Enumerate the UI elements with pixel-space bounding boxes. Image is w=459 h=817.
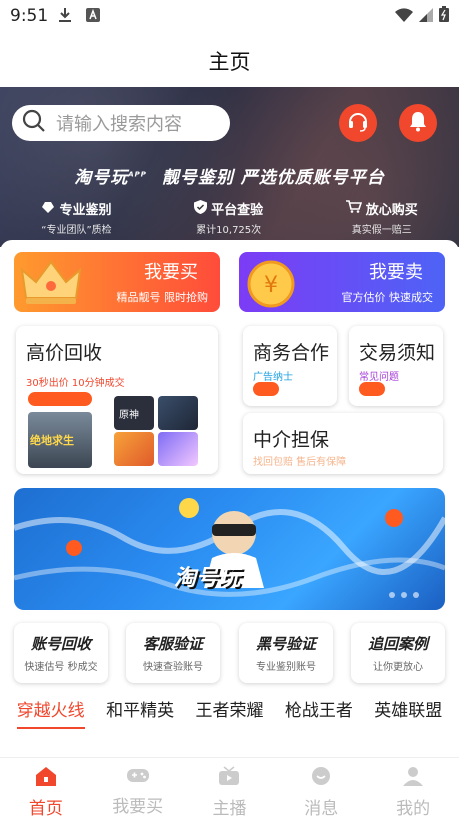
buy-title: 我要买	[144, 262, 198, 283]
notice-card[interactable]: 交易须知 常见问题	[349, 326, 443, 406]
search-input[interactable]: 请输入搜索内容	[12, 105, 230, 141]
search-icon	[22, 109, 46, 137]
business-subtitle: 广告纳士	[253, 372, 293, 383]
escrow-title: 中介担保	[253, 429, 330, 451]
notification-button[interactable]	[399, 104, 437, 142]
game-tabs: 穿越火线 和平精英 王者荣耀 枪战王者 英雄联盟	[0, 696, 459, 729]
service-recovery-cases[interactable]: 追回案例 让你更放心	[351, 623, 445, 683]
crown-icon	[20, 258, 82, 312]
pubg-thumb: 绝地求生	[28, 412, 92, 468]
sell-title: 我要卖	[369, 262, 423, 283]
bottom-nav: 首页 我要买 主播 消息 我的	[0, 757, 459, 817]
message-icon	[310, 766, 332, 790]
service-recycle[interactable]: 账号回收 快速估号 秒成交	[14, 623, 108, 683]
recycle-title: 高价回收	[26, 342, 103, 364]
pagination-dot[interactable]	[413, 592, 419, 598]
feature-item: 平台查验 累计10,725次	[194, 199, 263, 236]
gamepad-icon	[126, 766, 150, 788]
business-title: 商务合作	[253, 342, 330, 364]
bell-icon	[408, 110, 428, 136]
tab-honor-of-kings[interactable]: 王者荣耀	[195, 696, 263, 729]
page-title: 主页	[208, 50, 251, 74]
escrow-card[interactable]: 中介担保 找回包赔 售后有保障	[243, 413, 443, 474]
escrow-subtitle: 找回包赔 售后有保障	[253, 457, 347, 468]
notice-subtitle: 常见问题	[359, 372, 399, 383]
tab-gun-king[interactable]: 枪战王者	[285, 696, 353, 729]
naruto-thumb	[114, 432, 154, 466]
hero-slogan: 淘号玩APP 靓号鉴别 严选优质账号平台	[74, 168, 385, 188]
sell-button[interactable]: ¥ 我要卖 官方估价 快速成交	[239, 252, 445, 312]
pagination-dot[interactable]	[389, 592, 395, 598]
notice-title: 交易须知	[359, 342, 436, 364]
feature-item: 专业鉴别 “专业团队”质检	[41, 199, 112, 236]
cart-check-icon	[345, 200, 362, 217]
title-bar: 主页	[0, 32, 459, 87]
game-thumb	[158, 432, 198, 466]
promo-banner[interactable]: 淘号玩	[14, 488, 445, 610]
search-placeholder: 请输入搜索内容	[56, 114, 182, 135]
shield-check-icon	[194, 199, 208, 218]
banner-logo-text: 淘号玩	[174, 566, 241, 591]
game-thumb	[158, 396, 198, 430]
service-cs-verify[interactable]: 客服验证 快速查验账号	[126, 623, 220, 683]
nav-home[interactable]: 首页	[0, 758, 92, 817]
pagination-dot[interactable]	[401, 592, 407, 598]
nav-buy[interactable]: 我要买	[92, 758, 184, 817]
feature-item: 放心购买 真实假一赔三	[345, 199, 418, 236]
buy-subtitle: 精品靓号 限时抢购	[116, 291, 209, 304]
nav-messages[interactable]: 消息	[275, 758, 367, 817]
tab-cross-fire[interactable]: 穿越火线	[16, 696, 85, 729]
feature-list: 专业鉴别 “专业团队”质检 平台查验 累计10,725次 放心购买 真实假一赔三	[0, 199, 459, 236]
business-tag	[253, 382, 279, 396]
nav-streamer[interactable]: 主播	[184, 758, 276, 817]
hero-banner: 请输入搜索内容 淘号玩APP 靓号鉴别 严选优质账号平台 专业鉴别 “专业团队”…	[0, 87, 459, 247]
hero-logo: 淘号玩APP	[74, 168, 147, 188]
notice-tag	[359, 382, 385, 396]
main-content: 我要买 精品靓号 限时抢购 ¥ 我要卖 官方估价 快速成交 高价回收 30秒出价…	[0, 240, 459, 757]
badge-icon	[41, 201, 55, 217]
recycle-tag	[28, 392, 92, 406]
app-a-icon	[86, 7, 100, 27]
nav-profile[interactable]: 我的	[367, 758, 459, 817]
banner-pagination	[389, 592, 419, 598]
status-time: 9:51	[10, 6, 49, 26]
status-bar: 9:51	[0, 0, 459, 32]
signal-icon	[419, 7, 433, 26]
headset-icon	[347, 110, 369, 136]
user-icon	[403, 766, 424, 790]
recycle-subtitle: 30秒出价 10分钟成交	[26, 378, 125, 389]
active-tab-indicator	[16, 727, 85, 729]
tv-icon	[218, 766, 240, 790]
download-icon	[58, 7, 72, 27]
svg-text:¥: ¥	[264, 273, 278, 298]
tab-league-of-legends[interactable]: 英雄联盟	[374, 696, 442, 729]
customer-service-button[interactable]	[339, 104, 377, 142]
tab-peace-elite[interactable]: 和平精英	[106, 696, 174, 729]
home-icon	[35, 766, 57, 790]
battery-icon	[439, 6, 449, 26]
buy-button[interactable]: 我要买 精品靓号 限时抢购	[14, 252, 220, 312]
service-blacklist-verify[interactable]: 黑号验证 专业鉴别账号	[239, 623, 333, 683]
recycle-card[interactable]: 高价回收 30秒出价 10分钟成交 绝地求生 原神	[16, 326, 218, 474]
business-card[interactable]: 商务合作 广告纳士	[243, 326, 337, 406]
wifi-icon	[395, 7, 413, 26]
sell-subtitle: 官方估价 快速成交	[341, 291, 434, 304]
coin-icon: ¥	[245, 258, 301, 312]
genshin-thumb: 原神	[114, 396, 154, 430]
